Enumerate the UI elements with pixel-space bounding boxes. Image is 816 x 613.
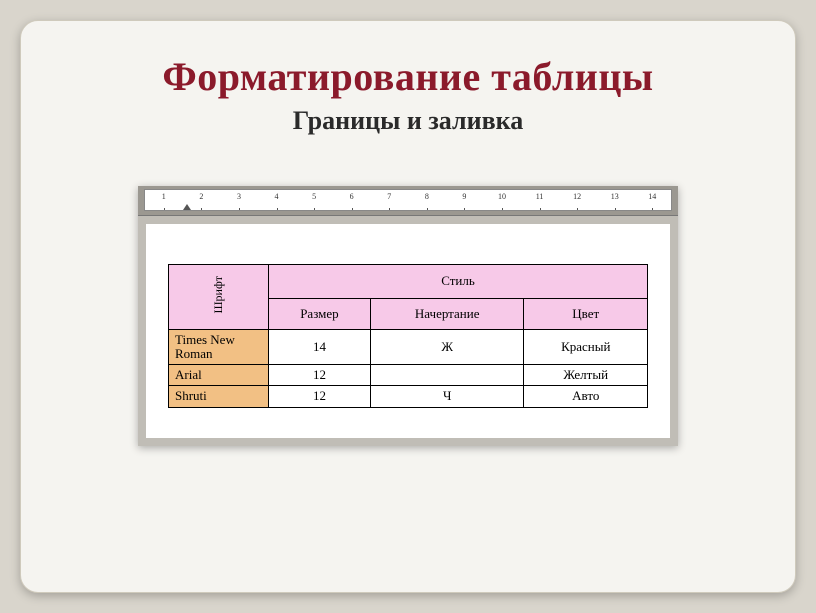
cell-style: Ч [370, 386, 524, 407]
cell-size: 14 [269, 329, 371, 365]
cell-font: Arial [169, 365, 269, 386]
page-area: Шрифт Стиль Размер Начертание Цвет Times… [138, 216, 678, 446]
cell-style [370, 365, 524, 386]
cell-size: 12 [269, 386, 371, 407]
ruler-mark: 1 [145, 192, 183, 201]
ruler-mark: 3 [220, 192, 258, 201]
ruler-indent-marker-icon [183, 204, 191, 210]
ruler-mark: 6 [333, 192, 371, 201]
ruler-mark: 11 [521, 192, 559, 201]
ruler-mark: 2 [183, 192, 221, 201]
table-row: Arial 12 Желтый [169, 365, 648, 386]
document-window: 1 2 3 4 5 6 7 8 9 10 11 12 13 14 [138, 186, 678, 446]
subheader-style: Начертание [370, 298, 524, 329]
cell-style: Ж [370, 329, 524, 365]
cell-font: Shruti [169, 386, 269, 407]
table-row: Shruti 12 Ч Авто [169, 386, 648, 407]
cell-font: Times New Roman [169, 329, 269, 365]
ruler-mark: 8 [408, 192, 446, 201]
slide: Форматирование таблицы Границы и заливка… [20, 20, 796, 593]
ruler-mark: 12 [558, 192, 596, 201]
cell-color: Красный [524, 329, 648, 365]
slide-title: Форматирование таблицы [71, 53, 745, 100]
subheader-color: Цвет [524, 298, 648, 329]
ruler-mark: 13 [596, 192, 634, 201]
font-table: Шрифт Стиль Размер Начертание Цвет Times… [168, 264, 648, 408]
horizontal-ruler: 1 2 3 4 5 6 7 8 9 10 11 12 13 14 [144, 189, 672, 211]
header-style: Стиль [269, 265, 648, 299]
ruler-mark: 5 [295, 192, 333, 201]
cell-color: Авто [524, 386, 648, 407]
ruler-mark: 10 [483, 192, 521, 201]
cell-size: 12 [269, 365, 371, 386]
ruler-mark: 9 [446, 192, 484, 201]
table-row: Times New Roman 14 Ж Красный [169, 329, 648, 365]
subheader-size: Размер [269, 298, 371, 329]
ruler-mark: 4 [258, 192, 296, 201]
ruler-bar: 1 2 3 4 5 6 7 8 9 10 11 12 13 14 [138, 186, 678, 216]
document-page: Шрифт Стиль Размер Начертание Цвет Times… [146, 224, 670, 438]
ruler-mark: 7 [370, 192, 408, 201]
cell-color: Желтый [524, 365, 648, 386]
header-font: Шрифт [169, 265, 269, 330]
header-font-label: Шрифт [211, 268, 226, 322]
ruler-mark: 14 [634, 192, 672, 201]
slide-subtitle: Границы и заливка [71, 106, 745, 136]
